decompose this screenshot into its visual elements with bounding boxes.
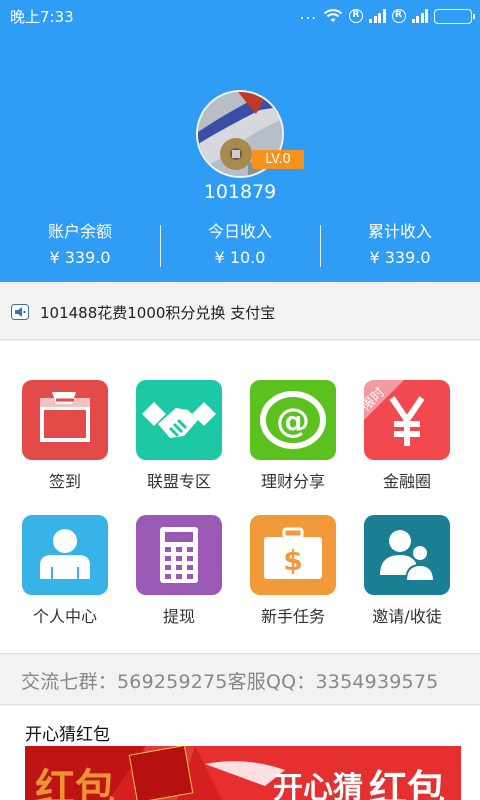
stat-label: 累计收入: [367, 222, 432, 241]
menu-label: 提现: [162, 607, 195, 626]
banner-big-text: 红包: [369, 767, 445, 800]
more-dots: ...: [299, 5, 317, 23]
svg-text:$: $: [283, 544, 302, 577]
checkin-icon: [22, 380, 108, 460]
svg-text:@: @: [276, 401, 310, 441]
notice-text: 101488花费1000积分兑换 支付宝: [40, 304, 276, 322]
profile-header: 晚上7:33 ... R R LV.0 101879 账户余额 ¥ 339.0 …: [0, 0, 480, 282]
menu-finance-share[interactable]: @ 理财分享: [238, 380, 348, 510]
menu-label: 新手任务: [260, 607, 325, 626]
menu-label: 联盟专区: [146, 472, 211, 491]
person-icon: [22, 515, 108, 595]
menu-checkin[interactable]: 签到: [10, 380, 120, 510]
money-briefcase-icon: $: [250, 515, 336, 595]
menu-finance-circle[interactable]: 限时 金融圈: [352, 380, 462, 510]
menu-label: 金融圈: [382, 472, 431, 491]
handshake-icon: [136, 380, 222, 460]
at-icon: @: [250, 380, 336, 460]
yen-icon: 限时: [364, 380, 450, 460]
menu-withdraw[interactable]: 提现: [124, 515, 234, 645]
megaphone-icon: [11, 304, 29, 320]
roaming-icon-2: R: [391, 9, 406, 23]
stat-value: ¥ 10.0: [214, 248, 266, 267]
red-packet-section: 开心猜红包 红包 开心猜 红包: [0, 706, 480, 800]
stats-row: 账户余额 ¥ 339.0 今日收入 ¥ 10.0 累计收入 ¥ 339.0: [0, 220, 480, 272]
stat-today-income[interactable]: 今日收入 ¥ 10.0: [160, 220, 320, 272]
notice-bar[interactable]: 101488花费1000积分兑换 支付宝: [0, 282, 480, 340]
menu-label: 签到: [48, 472, 81, 491]
menu-label: 理财分享: [260, 472, 325, 491]
banner-text: 开心猜: [273, 771, 363, 800]
menu-newbie-tasks[interactable]: $ 新手任务: [238, 515, 348, 645]
menu-personal-center[interactable]: 个人中心: [10, 515, 120, 645]
stat-total-income[interactable]: 累计收入 ¥ 339.0: [320, 220, 480, 272]
menu-alliance[interactable]: 联盟专区: [124, 380, 234, 510]
menu-label: 邀请/收徒: [372, 607, 442, 626]
roaming-icon: R: [349, 9, 363, 23]
red-packet-banner[interactable]: 红包 开心猜 红包: [25, 746, 461, 800]
wifi-icon: [323, 9, 343, 22]
users-icon: [364, 515, 450, 595]
stat-label: 账户余额: [47, 222, 112, 241]
menu-invite[interactable]: 邀请/收徒: [352, 515, 462, 645]
menu-grid: 签到 联盟专区 @ 理财分享 限时 金融圈 个人中心 提现 $ 新手任务 邀请/…: [0, 341, 480, 654]
stat-value: ¥ 339.0: [369, 248, 431, 267]
status-bar: 晚上7:33 ... R R: [0, 0, 480, 32]
signal-icon-2: [411, 9, 428, 23]
level-badge: LV.0: [252, 150, 304, 169]
calculator-icon: [136, 515, 222, 595]
signal-icon: [369, 9, 386, 23]
stat-label: 今日收入: [207, 222, 272, 241]
group-info-bar: 交流七群：569259275客服QQ：3354939575: [0, 655, 480, 705]
status-icons: ... R R: [299, 5, 475, 25]
red-packet-title: 开心猜红包: [25, 725, 110, 745]
battery-icon: [434, 8, 475, 24]
user-id: 101879: [203, 181, 277, 203]
stat-balance[interactable]: 账户余额 ¥ 339.0: [0, 220, 160, 272]
group-info-text: 交流七群：569259275客服QQ：3354939575: [21, 671, 439, 693]
stat-value: ¥ 339.0: [49, 248, 111, 267]
banner-bg-text: 红包: [35, 766, 115, 800]
status-time: 晚上7:33: [10, 8, 74, 26]
menu-label: 个人中心: [32, 607, 97, 626]
